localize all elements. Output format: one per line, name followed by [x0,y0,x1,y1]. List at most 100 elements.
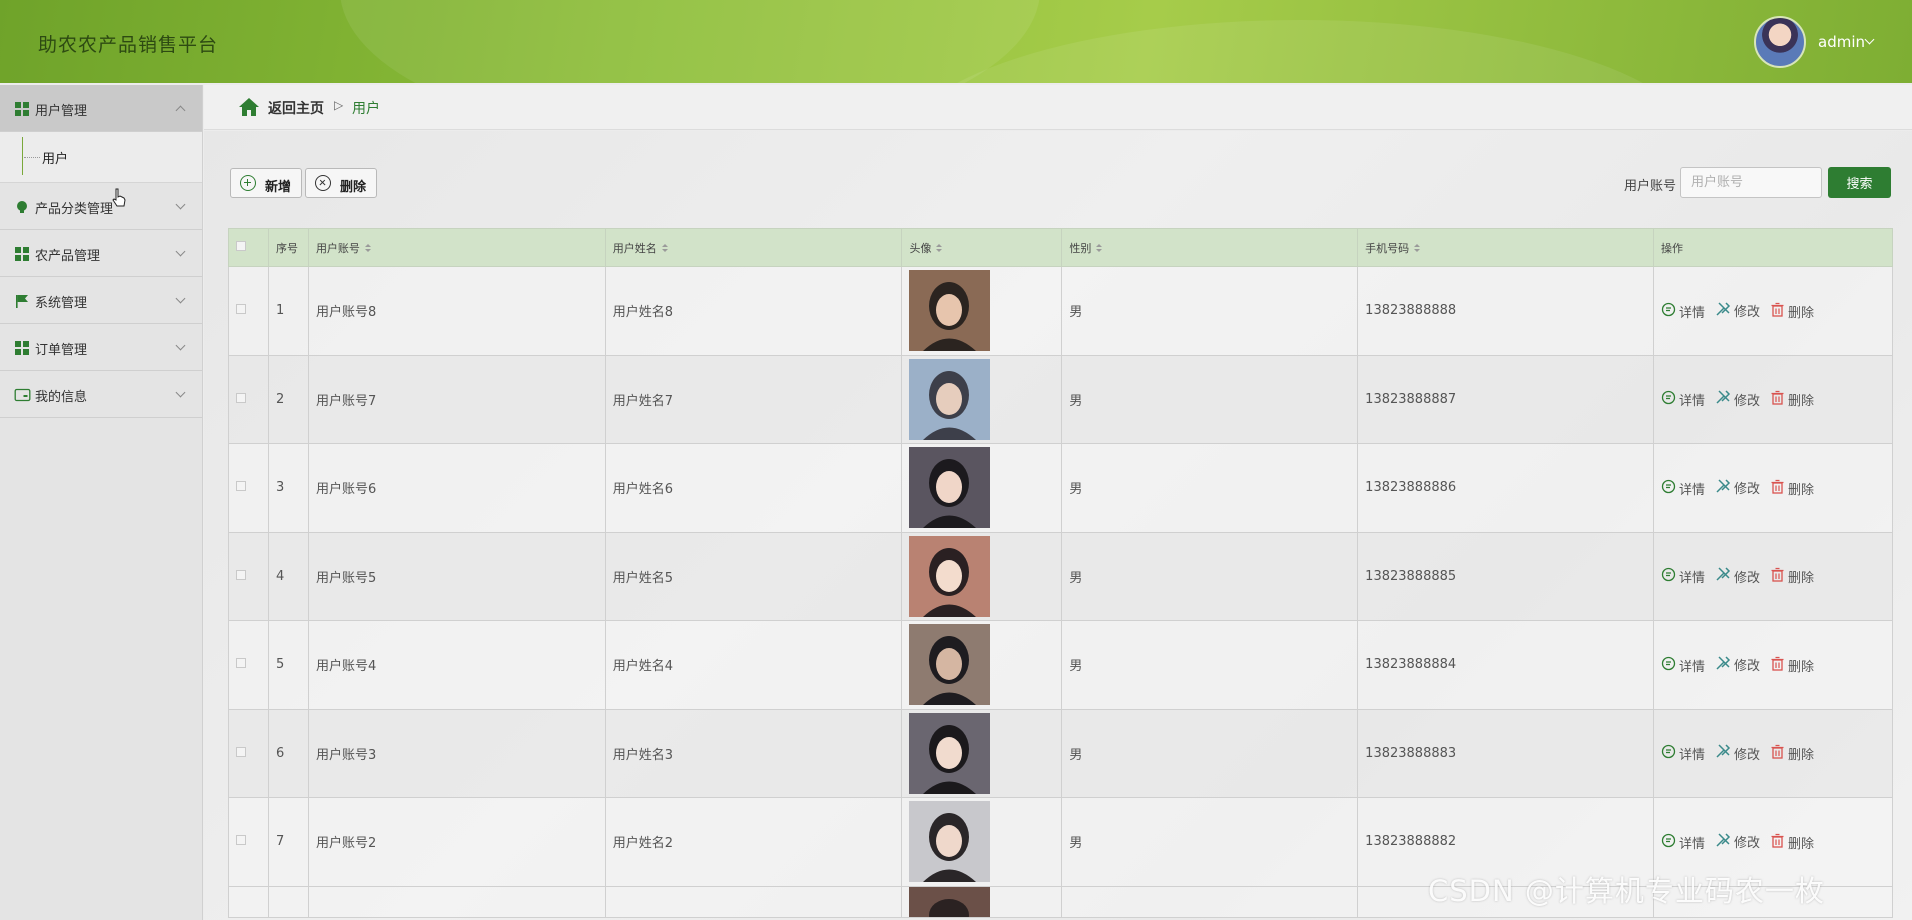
edit-button[interactable]: 修改 [1715,301,1760,321]
user-photo[interactable] [909,886,991,917]
cell-index [267,885,309,918]
sidebar-item-my-info[interactable]: 我的信息 [0,371,202,418]
delete-button[interactable]: 删除 [1770,302,1814,321]
delete-button[interactable]: 删除 [1770,479,1814,498]
detail-button[interactable]: 详情 [1661,567,1705,586]
detail-button[interactable]: 详情 [1661,479,1705,498]
sidebar-item-label: 系统管理 [35,296,88,311]
user-photo[interactable] [909,358,991,440]
delete-button[interactable]: 删除 [1770,833,1814,852]
column-header-phone[interactable]: 手机号码 [1357,228,1654,267]
search-button[interactable]: 搜索 [1828,167,1891,198]
home-icon[interactable] [238,97,260,117]
user-photo[interactable] [909,270,991,352]
breadcrumb-home-link[interactable]: 返回主页 [268,98,324,118]
detail-label: 详情 [1679,748,1706,764]
detail-button[interactable]: 详情 [1661,744,1705,763]
user-photo[interactable] [909,624,991,706]
add-button-label: 新增 [265,180,292,195]
row-checkbox[interactable] [236,481,246,492]
hand-cursor-icon [112,188,126,207]
detail-button[interactable]: 详情 [1661,390,1705,409]
cell-gender: 男 [1061,708,1359,798]
cell-account: 用户账号8 [307,266,606,356]
cell-actions: 详情 修改 删除 [1653,620,1893,710]
batch-delete-button[interactable]: 删除 [305,168,377,198]
edit-button[interactable]: 修改 [1715,655,1760,675]
sort-icon[interactable] [1414,244,1421,253]
column-header-account[interactable]: 用户账号 [307,228,606,267]
chevron-down-icon[interactable] [1864,34,1875,45]
edit-button[interactable]: 修改 [1715,743,1760,763]
column-header-name[interactable]: 用户姓名 [604,228,903,267]
sidebar-item-system-management[interactable]: 系统管理 [0,277,202,324]
sidebar-item-category-management[interactable]: 产品分类管理 [0,183,202,230]
table-body: 1 用户账号8 用户姓名8 男 13823888888 详情 修改 删除 2 用户账号7 用户姓名7… [228,266,1893,918]
delete-label: 删除 [1788,836,1815,852]
detail-button[interactable]: 详情 [1661,833,1705,852]
user-photo[interactable] [909,712,991,794]
sidebar-item-order-management[interactable]: 订单管理 [0,324,202,371]
row-checkbox[interactable] [236,835,246,846]
delete-button[interactable]: 删除 [1770,390,1814,409]
user-photo[interactable] [909,801,991,883]
main-content: 新增 删除 用户账号 搜索 序号 用户账号 用户姓名 头像 性别 手机号码 操作… [204,131,1912,920]
delete-button[interactable]: 删除 [1770,656,1814,675]
cell-index: 5 [267,620,309,710]
delete-button[interactable]: 删除 [1770,567,1814,586]
edit-button[interactable]: 修改 [1715,389,1760,409]
edit-button[interactable]: 修改 [1715,478,1760,498]
user-photo[interactable] [909,447,991,529]
cell-name: 用户姓名4 [604,620,903,710]
sidebar-item-label: 产品分类管理 [35,202,114,217]
row-checkbox[interactable] [236,392,246,403]
cell-name [604,885,903,918]
user-photo[interactable] [909,535,991,617]
row-select-cell [228,443,269,533]
detail-label: 详情 [1679,571,1706,587]
detail-button[interactable]: 详情 [1661,302,1705,321]
row-select-cell [228,708,269,798]
cell-account: 用户账号5 [307,531,606,621]
sort-icon[interactable] [364,244,371,253]
edit-label: 修改 [1734,659,1761,675]
edit-button[interactable]: 修改 [1715,566,1760,586]
cell-avatar [901,620,1063,710]
select-all-checkbox[interactable] [236,241,246,251]
edit-label: 修改 [1734,482,1761,498]
sidebar-subitem-user[interactable]: 用户 [0,132,202,183]
trash-icon [1770,744,1788,763]
table-row: 3 用户账号6 用户姓名6 男 13823888886 详情 修改 删除 [228,443,1893,533]
sort-icon[interactable] [661,244,668,253]
flag-icon [16,295,28,308]
user-menu-name[interactable]: admin [1818,33,1865,51]
column-header-gender[interactable]: 性别 [1061,228,1359,267]
edit-button[interactable]: 修改 [1715,832,1760,852]
cell-avatar [901,266,1063,356]
sidebar-item-product-management[interactable]: 农产品管理 [0,230,202,277]
row-checkbox[interactable] [236,658,246,669]
breadcrumb-current: 用户 [352,101,380,117]
row-checkbox[interactable] [236,746,246,757]
cell-phone: 13823888885 [1357,531,1654,621]
row-checkbox[interactable] [236,304,246,315]
wrench-icon [1715,566,1734,586]
column-header-avatar[interactable]: 头像 [901,228,1063,267]
sort-icon[interactable] [936,244,943,253]
app-title: 助农农产品销售平台 [38,34,219,56]
sidebar-item-label: 我的信息 [35,390,88,405]
search-input[interactable] [1680,167,1822,198]
row-checkbox[interactable] [236,569,246,580]
cell-account: 用户账号2 [307,797,606,887]
cell-phone: 13823888883 [1357,708,1654,798]
sort-icon[interactable] [1096,244,1103,253]
detail-button[interactable]: 详情 [1661,656,1705,675]
row-select-cell [228,797,269,887]
sidebar-item-user-management[interactable]: 用户管理 [0,85,202,132]
add-button[interactable]: 新增 [230,168,302,198]
table-row: 2 用户账号7 用户姓名7 男 13823888887 详情 修改 删除 [228,354,1893,444]
delete-button[interactable]: 删除 [1770,744,1814,763]
user-avatar[interactable] [1754,16,1806,68]
wrench-icon [1715,389,1734,409]
cell-name: 用户姓名3 [604,708,903,798]
